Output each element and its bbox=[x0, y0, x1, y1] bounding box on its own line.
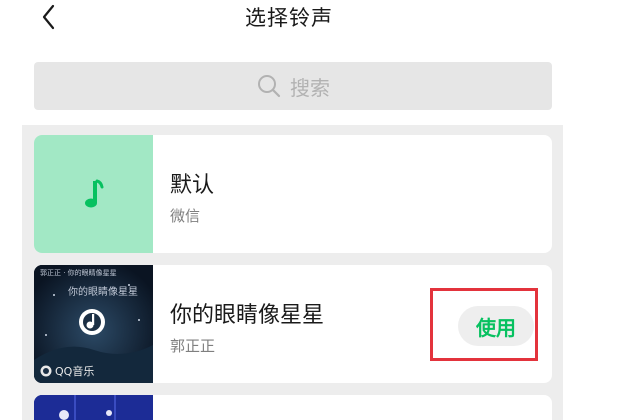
album-caption-text: QQ音乐 bbox=[55, 365, 95, 378]
ringtone-artist: 微信 bbox=[170, 207, 201, 225]
album-cover: 郭正正 · 你的眼睛像星星 你的眼睛像星星 QQ音乐 bbox=[34, 265, 153, 383]
qq-music-icon bbox=[40, 365, 52, 377]
ringtone-item-default[interactable]: 默认 微信 bbox=[34, 135, 552, 253]
album-cover bbox=[34, 395, 153, 420]
album-small-text: 郭正正 · 你的眼睛像星星 bbox=[40, 269, 117, 277]
search-bar[interactable]: 搜索 bbox=[34, 62, 552, 110]
ringtone-item-partial[interactable] bbox=[34, 395, 552, 420]
search-icon bbox=[258, 75, 281, 98]
page-title: 选择铃声 bbox=[245, 6, 333, 30]
default-ringtone-thumbnail bbox=[34, 135, 153, 253]
search-placeholder: 搜索 bbox=[290, 75, 330, 100]
qq-music-watermark: QQ音乐 bbox=[40, 363, 94, 379]
album-art-image bbox=[34, 395, 153, 420]
music-note-icon bbox=[84, 179, 103, 208]
ringtone-title: 默认 bbox=[170, 173, 215, 198]
ringtone-artist: 郭正正 bbox=[170, 337, 216, 355]
ringtone-title: 你的眼睛像星星 bbox=[170, 303, 325, 328]
ringtone-item-song[interactable]: 郭正正 · 你的眼睛像星星 你的眼睛像星星 QQ音乐 你的眼睛像星星 郭正正 使… bbox=[34, 265, 552, 383]
ringtone-select-page: 选择铃声 搜索 默认 微信 郭正正 · 你的眼睛像星星 你的眼睛像星星 QQ音乐… bbox=[0, 0, 644, 420]
album-title-text: 你的眼睛像星星 bbox=[68, 287, 138, 298]
use-button[interactable]: 使用 bbox=[458, 306, 534, 346]
